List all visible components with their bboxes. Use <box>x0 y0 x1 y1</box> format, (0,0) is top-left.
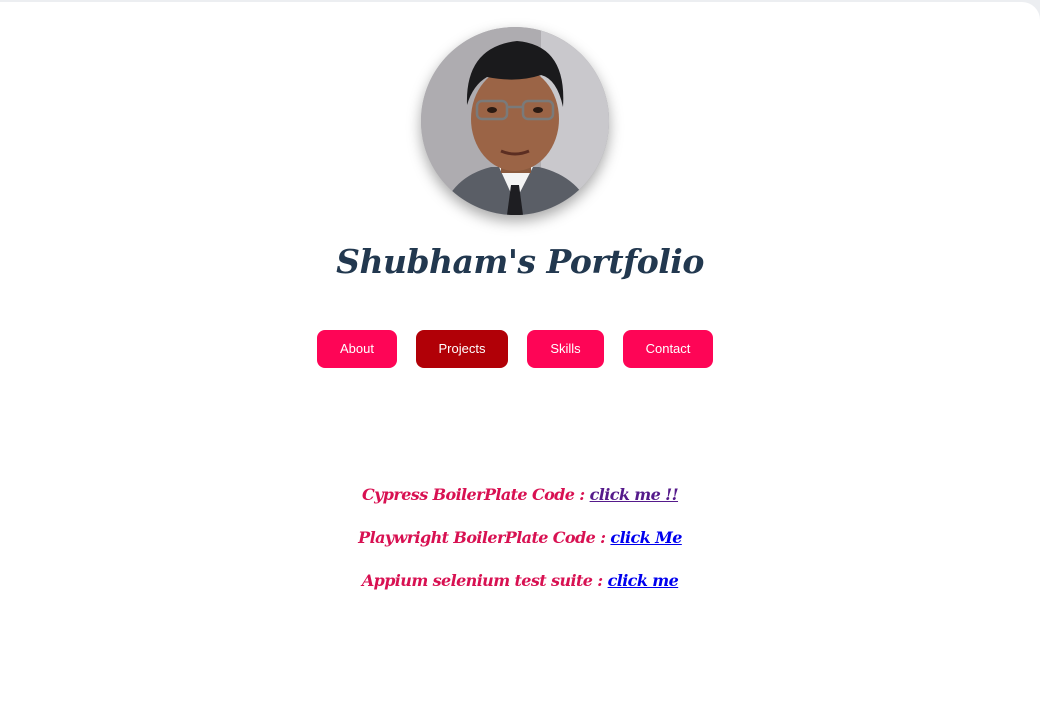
nav-about-button[interactable]: About <box>317 330 397 368</box>
nav-projects-button[interactable]: Projects <box>416 330 508 368</box>
nav-bar: About Projects Skills Contact <box>0 330 1040 368</box>
project-label: Playwright BoilerPlate Code : <box>358 528 611 547</box>
page: Shubham's Portfolio About Projects Skill… <box>0 2 1040 702</box>
project-label: Appium selenium test suite : <box>361 571 608 590</box>
profile-photo <box>421 27 609 215</box>
page-title: Shubham's Portfolio <box>336 242 704 281</box>
nav-skills-button[interactable]: Skills <box>527 330 604 368</box>
project-item-cypress: Cypress BoilerPlate Code : click me !! <box>0 480 1040 523</box>
nav-contact-button[interactable]: Contact <box>623 330 713 368</box>
projects-list: Cypress BoilerPlate Code : click me !! P… <box>0 480 1040 609</box>
project-link-cypress[interactable]: click me !! <box>590 485 679 504</box>
project-item-appium: Appium selenium test suite : click me <box>0 566 1040 609</box>
project-link-playwright[interactable]: click Me <box>610 528 682 547</box>
project-label: Cypress BoilerPlate Code : <box>361 485 590 504</box>
avatar <box>421 27 609 215</box>
project-link-appium[interactable]: click me <box>608 571 679 590</box>
project-item-playwright: Playwright BoilerPlate Code : click Me <box>0 523 1040 566</box>
